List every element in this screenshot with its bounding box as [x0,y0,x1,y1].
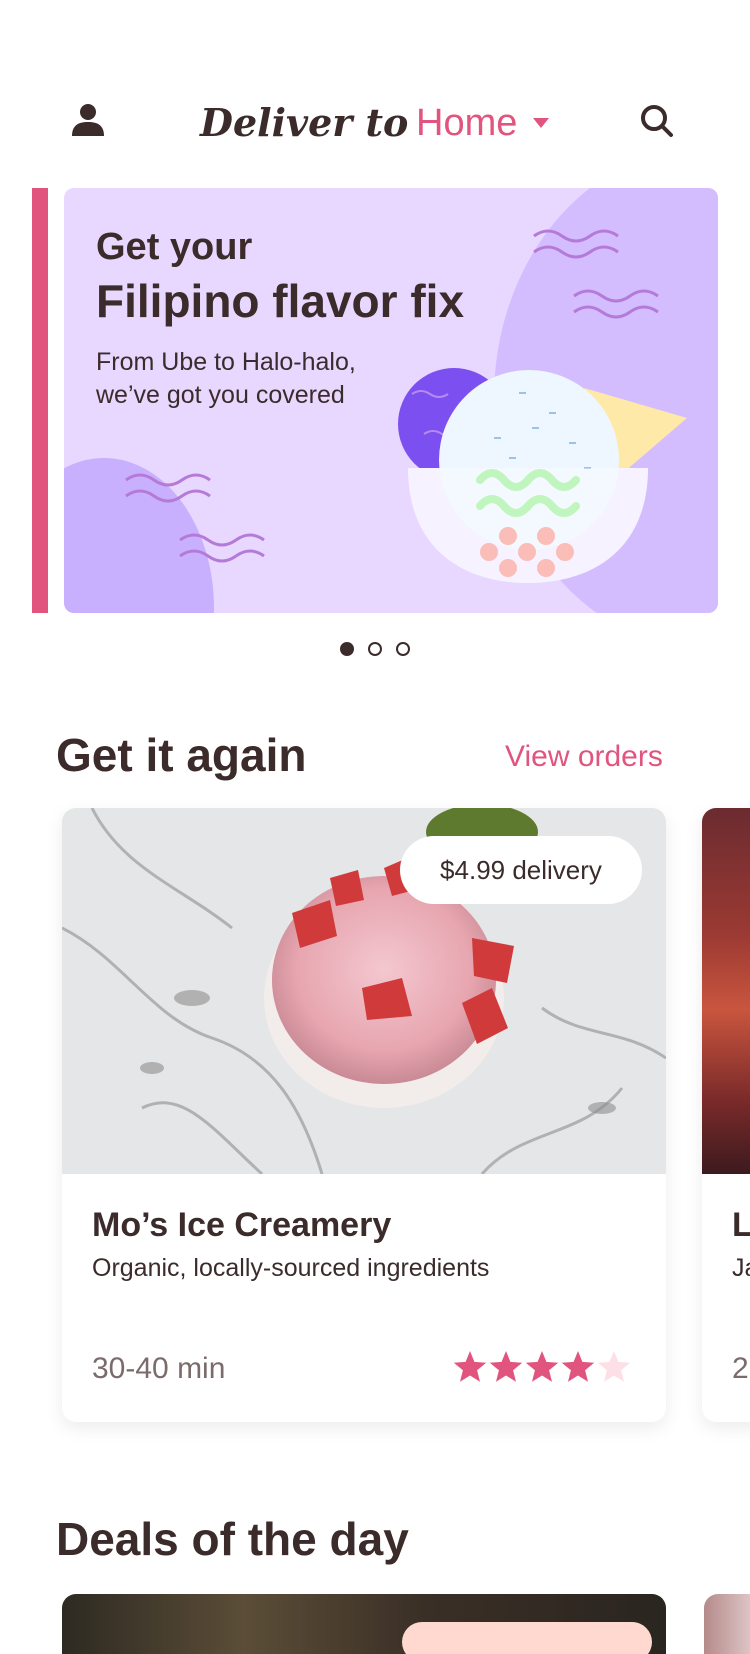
restaurant-name: L [732,1206,750,1244]
star-filled-icon [453,1351,487,1382]
delivery-time: 30-40 min [92,1352,226,1385]
restaurant-photo [702,808,750,1174]
star-filled-icon [561,1351,595,1382]
chevron-down-icon[interactable] [533,118,549,128]
section-title-deals: Deals of the day [56,1513,409,1565]
deal-badge [402,1622,652,1654]
carousel-dot[interactable] [340,642,354,656]
restaurant-description: Organic, locally-sourced ingredients [92,1254,490,1282]
star-filled-icon [489,1351,523,1382]
section-title-get-it-again: Get it again [56,729,307,781]
restaurant-name: Mo’s Ice Creamery [92,1206,392,1244]
user-icon[interactable] [70,102,106,138]
star-empty-icon [597,1351,631,1382]
restaurant-description: Ja [732,1254,750,1282]
carousel-dot[interactable] [396,642,410,656]
deliver-to-label: Deliver to [200,100,409,145]
rating-stars [453,1351,631,1382]
delivery-fee-badge: $4.99 delivery [400,836,642,904]
banner-kicker: Get your [96,226,253,268]
restaurant-card[interactable]: $4.99 delivery Mo’s Ice Creamery Organic… [62,808,666,1422]
deal-card[interactable] [704,1594,750,1654]
restaurant-card[interactable]: L Ja 2 [702,808,750,1422]
carousel-dot[interactable] [368,642,382,656]
location-selector[interactable]: Home [416,102,517,145]
banner-accent-bar [32,188,48,613]
carousel-pagination [340,642,420,658]
banner-subtitle: From Ube to Halo-halo, we’ve got you cov… [96,348,356,409]
star-filled-icon [525,1351,559,1382]
delivery-time: 2 [732,1352,749,1385]
banner-title: Filipino flavor fix [96,275,465,327]
search-icon[interactable] [640,104,674,138]
view-orders-link[interactable]: View orders [505,740,663,774]
deal-card[interactable] [62,1594,666,1654]
promo-banner[interactable]: Get your Filipino flavor fix From Ube to… [64,188,718,613]
